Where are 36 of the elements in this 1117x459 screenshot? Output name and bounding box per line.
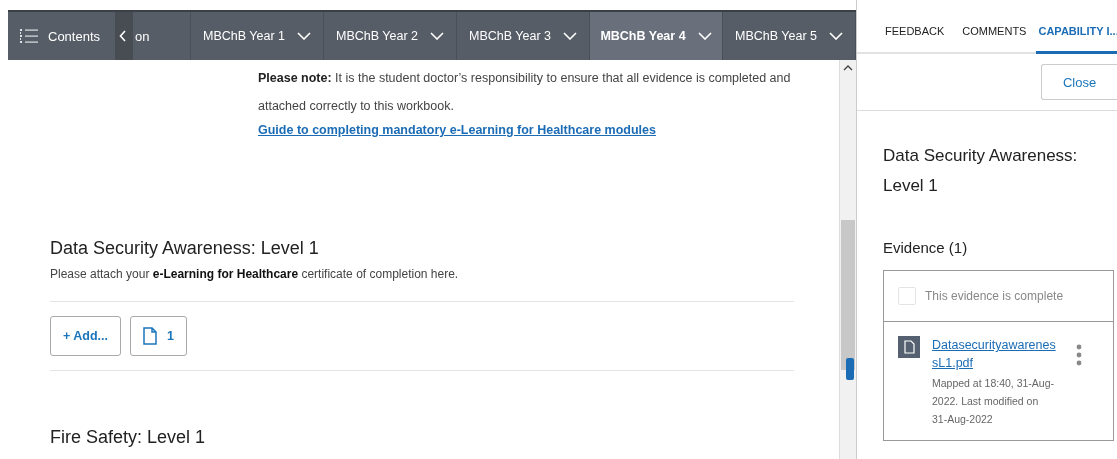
panel-tab[interactable]: COMMENTS bbox=[954, 10, 1037, 54]
document-icon bbox=[143, 327, 158, 345]
year-tab[interactable]: MBChB Year 2 bbox=[324, 12, 457, 60]
chevron-down-icon bbox=[297, 32, 311, 40]
resize-handle[interactable] bbox=[846, 358, 854, 380]
list-icon bbox=[20, 28, 38, 44]
chevron-down-icon bbox=[430, 32, 444, 40]
evidence-heading: Evidence (1) bbox=[883, 239, 969, 256]
chevron-down-icon bbox=[829, 32, 843, 40]
checkbox-label: This evidence is complete bbox=[925, 289, 1064, 303]
scroll-up-icon[interactable] bbox=[843, 65, 853, 71]
guide-link[interactable]: Guide to completing mandatory e-Learning for Healthcare modules bbox=[258, 123, 656, 137]
tab-label[interactable]: on bbox=[133, 12, 191, 60]
file-meta: Mapped at 18:40, 31-Aug-2022. Last modified on 31-Aug-2022 bbox=[932, 376, 1055, 427]
scrollbar[interactable] bbox=[839, 60, 856, 459]
add-button[interactable]: + Add... bbox=[50, 316, 122, 356]
chevron-down-icon bbox=[563, 32, 577, 40]
panel-title: Data Security Awareness: Level 1 bbox=[883, 145, 1079, 197]
scrollbar-thumb[interactable] bbox=[841, 220, 855, 370]
note-text: Please note: It is the student doctor’s responsibility to ensure that all evidence is completed and attached correctly to this workbook. bbox=[258, 70, 792, 115]
document-icon bbox=[898, 336, 920, 358]
scroll-left-button[interactable] bbox=[115, 12, 133, 60]
attachments-button[interactable]: 1 bbox=[130, 316, 187, 356]
section-title: Fire Safety: Level 1 bbox=[50, 427, 207, 448]
section-title: Data Security Awareness: Level 1 bbox=[50, 238, 320, 259]
chevron-down-icon bbox=[697, 32, 712, 40]
close-button[interactable]: Close bbox=[1041, 64, 1117, 100]
year-tab[interactable]: MBChB Year 1 bbox=[191, 12, 324, 60]
year-tab[interactable]: MBChB Year 4 bbox=[590, 12, 723, 60]
contents-button[interactable]: Contents bbox=[8, 12, 115, 60]
panel-tab[interactable]: FEEDBACK bbox=[877, 10, 955, 54]
file-link[interactable]: DatasecurityawarenessL1.pdf bbox=[932, 336, 1056, 372]
section-description: Please attach your e-Learning for Healthcare certificate of completion here. bbox=[50, 267, 794, 302]
more-icon[interactable] bbox=[1076, 344, 1082, 366]
checkbox[interactable] bbox=[898, 287, 916, 305]
chevron-left-icon bbox=[119, 30, 127, 42]
